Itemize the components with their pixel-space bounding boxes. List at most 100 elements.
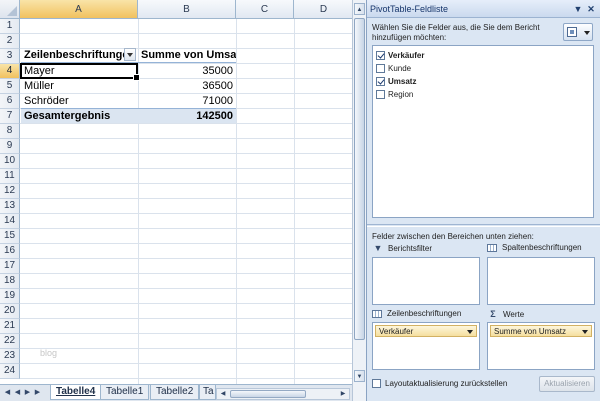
scroll-down-icon[interactable]: ▼ xyxy=(354,370,365,382)
pivot-row-value[interactable]: 36500 xyxy=(138,79,236,94)
horizontal-scrollbar[interactable]: ◀ ▶ xyxy=(216,388,350,400)
chevron-down-icon xyxy=(584,31,590,35)
report-filter-zone[interactable] xyxy=(372,257,480,305)
row-header[interactable]: 2 xyxy=(0,34,20,49)
field-instructions: Wählen Sie die Felder aus, die Sie dem B… xyxy=(372,23,540,42)
sheet-tab-tabelle2[interactable]: Tabelle2 xyxy=(150,385,200,400)
checkbox[interactable] xyxy=(376,90,385,100)
drag-instructions: Felder zwischen den Bereichen unten zieh… xyxy=(372,232,534,241)
field-region[interactable]: Region xyxy=(376,89,413,102)
chevron-down-icon[interactable] xyxy=(124,48,136,61)
chevron-down-icon[interactable] xyxy=(582,330,588,334)
row-header[interactable]: 11 xyxy=(0,169,20,184)
grid-line xyxy=(20,228,352,229)
scroll-left-icon[interactable]: ◀ xyxy=(218,390,228,399)
sheet-tab-bar: ◀ ◀ ▶ ▶ Tabelle4 Tabelle1 Tabelle2 Ta ◀ … xyxy=(0,384,352,401)
first-sheet-icon[interactable]: ◀ xyxy=(3,388,12,398)
horizontal-scroll-thumb[interactable] xyxy=(230,390,306,398)
row-header[interactable]: 21 xyxy=(0,319,20,334)
grid-line xyxy=(20,153,352,154)
pivot-row-value[interactable]: 35000 xyxy=(138,64,236,79)
pivot-value-header[interactable]: Summe von Umsatz xyxy=(138,48,236,63)
row-header[interactable]: 24 xyxy=(0,364,20,379)
previous-sheet-icon[interactable]: ◀ xyxy=(13,388,22,398)
pane-splitter[interactable] xyxy=(367,224,600,227)
next-sheet-icon[interactable]: ▶ xyxy=(23,388,32,398)
row-header[interactable]: 6 xyxy=(0,94,20,109)
row-header[interactable]: 14 xyxy=(0,214,20,229)
vertical-scroll-thumb[interactable] xyxy=(354,18,365,340)
row-header[interactable]: 22 xyxy=(0,334,20,349)
row-field-item[interactable]: Verkäufer xyxy=(375,325,477,337)
columns-icon xyxy=(487,243,497,252)
values-label: Σ Werte xyxy=(487,308,524,320)
sheet-tab-tabelle4[interactable]: Tabelle4 xyxy=(50,385,102,400)
field-kunde[interactable]: Kunde xyxy=(376,63,411,76)
scroll-right-icon[interactable]: ▶ xyxy=(338,390,348,399)
field-verkaufer[interactable]: Verkäufer xyxy=(376,50,424,63)
row-header[interactable]: 20 xyxy=(0,304,20,319)
pivot-total-value[interactable]: 142500 xyxy=(138,109,236,124)
checkbox[interactable] xyxy=(376,64,385,74)
column-labels-label: Spaltenbeschriftungen xyxy=(487,242,582,254)
row-header[interactable]: 7 xyxy=(0,109,20,124)
row-header[interactable]: 17 xyxy=(0,259,20,274)
pivot-row-value[interactable]: 71000 xyxy=(138,94,236,109)
select-all-button[interactable] xyxy=(0,0,20,19)
row-header[interactable]: 5 xyxy=(0,79,20,94)
row-header[interactable]: 15 xyxy=(0,229,20,244)
grid-line xyxy=(20,258,352,259)
update-button[interactable]: Aktualisieren xyxy=(539,376,595,392)
pivot-row-label-header[interactable]: Zeilenbeschriftungen xyxy=(21,48,124,63)
row-header[interactable]: 12 xyxy=(0,184,20,199)
row-header[interactable]: 18 xyxy=(0,274,20,289)
field-list-layout-button[interactable] xyxy=(563,23,593,41)
row-header[interactable]: 3 xyxy=(0,49,20,64)
chevron-down-icon[interactable]: ▼ xyxy=(573,4,583,14)
pivot-row-label[interactable]: Schröder xyxy=(21,94,137,109)
grid-line xyxy=(20,288,352,289)
row-header[interactable]: 23 xyxy=(0,349,20,364)
scroll-up-icon[interactable]: ▲ xyxy=(354,3,365,15)
row-header[interactable]: 9 xyxy=(0,139,20,154)
row-field-label: Verkäufer xyxy=(379,327,414,336)
row-header[interactable]: 16 xyxy=(0,244,20,259)
grid-line xyxy=(20,183,352,184)
pivot-total-label[interactable]: Gesamtergebnis xyxy=(21,109,137,124)
row-header[interactable]: 8 xyxy=(0,124,20,139)
row-header[interactable]: 4 xyxy=(0,64,20,79)
filter-icon: ▼ xyxy=(373,243,383,253)
field-label: Region xyxy=(388,90,414,99)
field-list: Verkäufer Kunde Umsatz Region xyxy=(372,45,594,218)
values-zone[interactable]: Summe von Umsatz xyxy=(487,322,595,370)
rows-icon xyxy=(372,309,382,318)
sheet-tab-tabelle1[interactable]: Tabelle1 xyxy=(100,385,150,400)
row-header[interactable]: 13 xyxy=(0,199,20,214)
column-header-b[interactable]: B xyxy=(138,0,236,19)
grid-line xyxy=(236,19,237,384)
column-header-a[interactable]: A xyxy=(20,0,138,19)
row-header[interactable]: 1 xyxy=(0,19,20,34)
last-sheet-icon[interactable]: ▶ xyxy=(33,388,42,398)
column-labels-zone[interactable] xyxy=(487,257,595,305)
pane-title: PivotTable-Feldliste xyxy=(370,4,449,14)
checkbox[interactable] xyxy=(376,51,385,61)
grid-line xyxy=(20,333,352,334)
checkbox[interactable] xyxy=(372,379,381,389)
row-header[interactable]: 19 xyxy=(0,289,20,304)
chevron-down-icon[interactable] xyxy=(467,330,473,334)
row-labels-zone[interactable]: Verkäufer xyxy=(372,322,480,370)
column-header-c[interactable]: C xyxy=(236,0,294,19)
grid-line xyxy=(20,213,352,214)
defer-update-option[interactable]: Layoutaktualisierung zurückstellen xyxy=(372,379,507,389)
vertical-scrollbar[interactable]: ▲ ▼ xyxy=(352,0,366,401)
pivot-row-label[interactable]: Müller xyxy=(21,79,137,94)
checkbox[interactable] xyxy=(376,77,385,87)
value-field-item[interactable]: Summe von Umsatz xyxy=(490,325,592,337)
sheet-tab-tabelle3[interactable]: Ta xyxy=(199,385,216,400)
column-header-d[interactable]: D xyxy=(294,0,352,19)
row-header[interactable]: 10 xyxy=(0,154,20,169)
close-icon[interactable]: ✕ xyxy=(586,4,596,15)
field-umsatz[interactable]: Umsatz xyxy=(376,76,416,89)
grid-line xyxy=(294,19,295,384)
